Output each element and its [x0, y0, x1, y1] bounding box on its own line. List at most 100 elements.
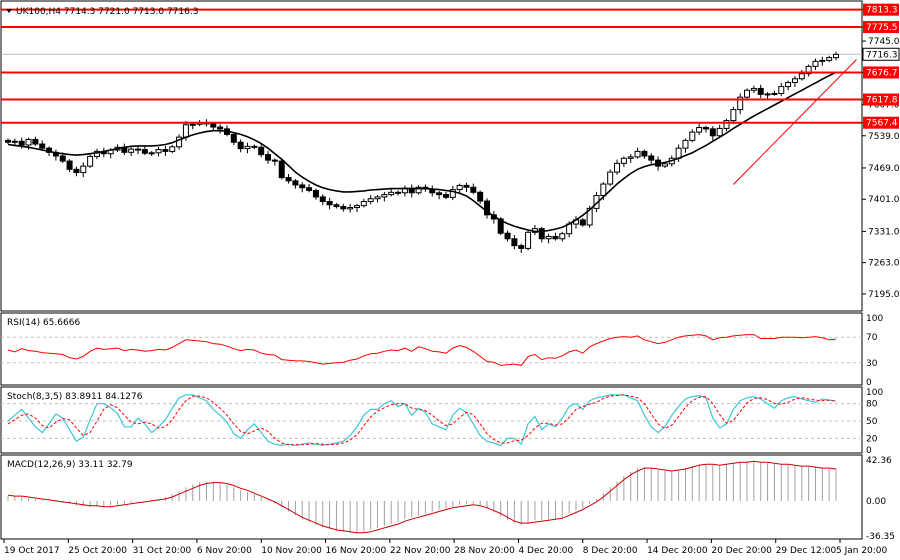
candle-body — [798, 73, 805, 80]
time-axis-label: 22 Nov 20:00 — [390, 546, 451, 556]
price-axis-label: 7469.0 — [868, 164, 900, 174]
candle-body — [648, 155, 655, 161]
candle-body — [442, 194, 449, 198]
price-axis-label: 7745.0 — [868, 37, 900, 47]
time-axis-label: 4 Dec 20:00 — [518, 546, 573, 556]
candle-body — [347, 206, 354, 210]
candle-body — [5, 139, 11, 143]
candle-body — [80, 165, 87, 174]
candle-body — [278, 160, 285, 179]
candle-body — [778, 86, 785, 94]
candle-body — [285, 177, 292, 182]
current-price-label: 7716.3 — [866, 50, 898, 60]
level-label: 7775.5 — [866, 23, 898, 33]
candle-body — [182, 124, 189, 138]
candle-body — [237, 141, 244, 150]
candle-body — [463, 184, 470, 188]
level-label: 7813.3 — [866, 6, 898, 16]
candle-body — [319, 196, 326, 203]
candle-body — [826, 57, 833, 61]
candle-body — [73, 168, 80, 174]
candle-body — [791, 78, 798, 83]
candle-body — [292, 180, 299, 186]
stoch-axis-label: 20 — [866, 434, 878, 444]
rsi-axis-label: 100 — [866, 314, 883, 324]
stoch-axis-label: 80 — [866, 400, 878, 410]
stoch-axis-label: 50 — [866, 417, 878, 427]
candle-body — [812, 60, 819, 67]
candle-body — [525, 231, 532, 249]
candle-body — [18, 140, 25, 146]
stoch-axis-label: 100 — [866, 388, 883, 398]
rsi-title: RSI(14) 65.6666 — [7, 318, 80, 328]
candle-body — [819, 59, 826, 62]
candle-body — [299, 184, 306, 189]
price-axis-label: 7195.0 — [868, 290, 900, 300]
candle-body — [135, 148, 142, 151]
time-axis-label: 20 Dec 20:00 — [711, 546, 772, 556]
candle-body — [388, 191, 395, 196]
candle-body — [230, 133, 237, 143]
candle-body — [661, 163, 668, 167]
candle-body — [326, 201, 333, 206]
candle-body — [353, 205, 360, 208]
rsi-axis-label: 70 — [866, 333, 878, 343]
candle-body — [11, 140, 18, 143]
candle-body — [381, 194, 388, 198]
level-label: 7617.8 — [866, 96, 898, 106]
candle-body — [552, 235, 559, 240]
candle-body — [395, 191, 402, 194]
candle-body — [271, 159, 278, 162]
time-axis-label: 14 Dec 20:00 — [647, 546, 708, 556]
candle-body — [374, 196, 381, 200]
candle-body — [744, 89, 751, 98]
candle-body — [607, 171, 614, 185]
time-axis-label: 25 Oct 20:00 — [68, 546, 127, 556]
time-axis-label: 8 Dec 20:00 — [583, 546, 638, 556]
macd-axis-label: 42.36 — [866, 456, 892, 466]
candle-body — [771, 92, 778, 95]
candle-body — [579, 219, 586, 226]
macd-title: MACD(12,26,9) 33.11 32.79 — [7, 460, 133, 470]
time-axis-label: 6 Nov 20:00 — [197, 546, 252, 556]
candle-body — [367, 198, 374, 203]
candle-body — [627, 156, 634, 159]
candle-body — [210, 123, 217, 128]
candle-body — [25, 138, 32, 146]
level-label: 7676.7 — [866, 68, 898, 78]
time-axis-label: 31 Oct 20:00 — [133, 546, 192, 556]
candle-body — [470, 186, 477, 193]
rsi-panel-frame — [0, 312, 863, 386]
time-axis-label: 10 Nov 20:00 — [261, 546, 322, 556]
candle-body — [141, 149, 148, 154]
time-axis-label: 29 Dec 12:00 — [776, 546, 837, 556]
price-axis-label: 7539.0 — [868, 132, 900, 142]
main-chart-title: UK100,H4 7714.3 7721.0 7713.0 7716.3 — [16, 7, 198, 17]
candle-body — [258, 146, 265, 156]
candle-body — [600, 183, 607, 197]
candle-body — [757, 87, 764, 95]
time-axis-label: 16 Nov 20:00 — [326, 546, 387, 556]
candle-body — [730, 109, 737, 122]
stoch-title: Stoch(8,3,5) 83.8911 84.1276 — [7, 392, 143, 402]
candle-body — [189, 123, 196, 126]
main-panel-frame — [0, 0, 863, 312]
candle-body — [702, 126, 709, 130]
candle-body — [689, 131, 696, 141]
candle-body — [312, 189, 319, 198]
chart-canvas: 7813.37775.57745.07716.37676.77617.87607… — [0, 0, 900, 556]
rsi-axis-label: 0 — [866, 378, 872, 388]
candle-body — [436, 192, 443, 196]
candle-body — [162, 149, 169, 152]
candle-body — [477, 191, 484, 202]
macd-axis-label: 0.00 — [866, 497, 886, 507]
candle-body — [641, 150, 648, 157]
candle-body — [217, 126, 224, 130]
candle-body — [538, 228, 545, 240]
candle-body — [128, 148, 135, 153]
candle-body — [244, 145, 251, 150]
candle-body — [833, 53, 839, 59]
time-axis-label: 28 Nov 20:00 — [454, 546, 515, 556]
candle-body — [709, 128, 716, 137]
rsi-axis-label: 30 — [866, 359, 878, 369]
